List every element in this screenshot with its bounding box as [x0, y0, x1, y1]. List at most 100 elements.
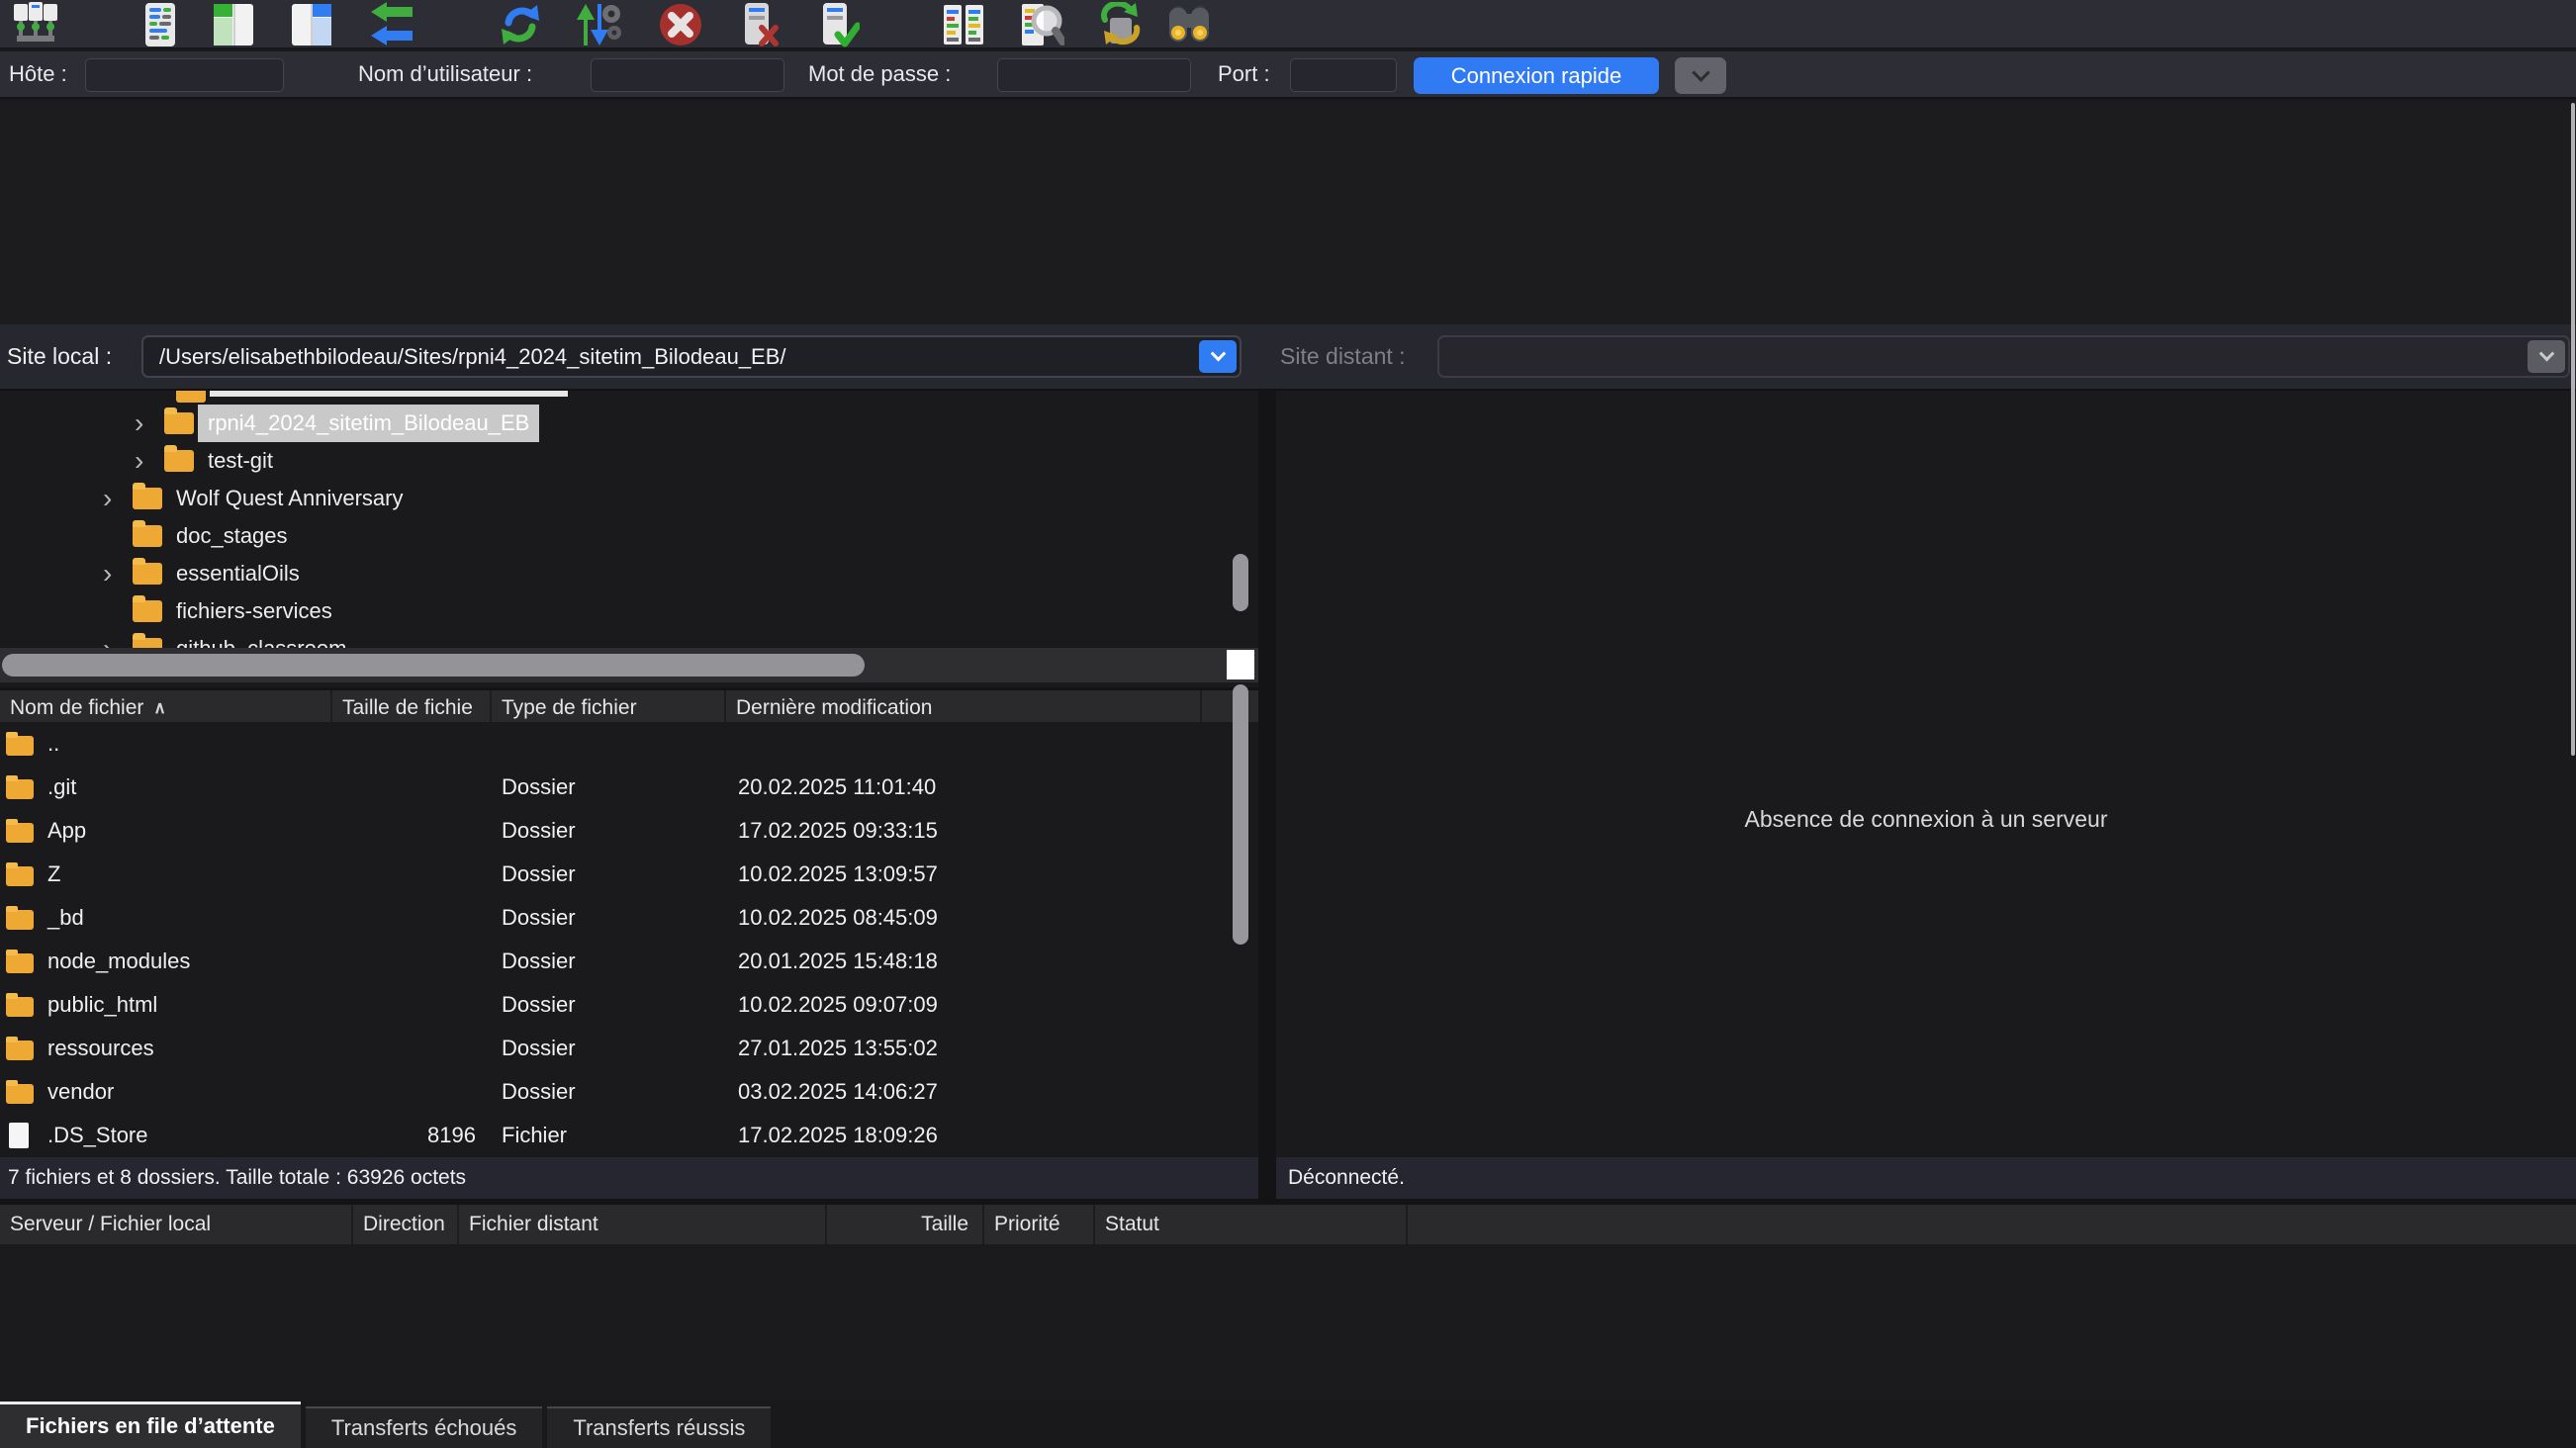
synchronized-browsing-button[interactable] — [1091, 1, 1149, 47]
file-row[interactable]: .DS_Store 8196 Fichier 17.02.2025 18:09:… — [0, 1114, 1258, 1157]
local-list-header: Nom de fichier ∧ Taille de fichie ∧ Type… — [0, 687, 1258, 722]
chevron-right-icon[interactable]: › — [103, 557, 133, 590]
column-header-label: Dernière modification — [736, 696, 932, 720]
password-input[interactable] — [997, 58, 1191, 92]
local-path-combobox[interactable]: /Users/elisabethbilodeau/Sites/rpni4_202… — [141, 335, 1242, 378]
quickconnect-button[interactable]: Connexion rapide — [1414, 57, 1659, 94]
remote-file-list[interactable]: Absence de connexion à un serveur — [1276, 391, 2576, 1157]
tree-item[interactable]: › essentialOils — [0, 555, 1258, 592]
directory-comparison-button[interactable] — [935, 1, 992, 47]
local-directory-tree[interactable]: › rpni4_2024_sitetim_Bilodeau_EB › test-… — [0, 391, 1258, 682]
file-type-icon — [6, 992, 40, 1018]
local-file-list[interactable]: .. .git Dossier 20.02.2025 11:01:40 App … — [0, 722, 1258, 1157]
tree-vertical-scrollbar-thumb[interactable] — [1233, 554, 1248, 611]
queue-tab-bar: Fichiers en file d’attente Transferts éc… — [0, 1401, 2576, 1448]
tree-partial-row — [0, 391, 1258, 405]
column-header[interactable]: Priorité ∧ — [984, 1205, 1095, 1244]
file-name: public_html — [47, 992, 157, 1018]
file-row[interactable]: Z Dossier 10.02.2025 13:09:57 — [0, 853, 1258, 896]
refresh-button[interactable] — [492, 1, 549, 47]
remote-status-bar: Déconnecté. — [1276, 1157, 2576, 1199]
host-input[interactable] — [85, 58, 284, 92]
tree-item[interactable]: › Wolf Quest Anniversary — [0, 480, 1258, 517]
queue-tab[interactable]: Transferts échoués — [306, 1406, 543, 1448]
port-label: Port : — [1218, 51, 1270, 97]
file-row[interactable]: _bd Dossier 10.02.2025 08:45:09 — [0, 896, 1258, 940]
column-header[interactable]: Statut ∧ — [1095, 1205, 1408, 1244]
column-header[interactable]: Type de fichier ∧ — [492, 690, 726, 722]
remote-tree-pane-icon — [289, 2, 334, 47]
column-header[interactable]: Taille de fichie ∧ — [332, 690, 492, 722]
column-header[interactable]: Fichier distant ∧ — [459, 1205, 827, 1244]
chevron-right-icon[interactable]: › — [135, 444, 164, 478]
sort-ascending-icon: ∧ — [153, 698, 165, 718]
file-type-icon — [6, 818, 40, 844]
message-log-pane[interactable] — [0, 101, 2576, 324]
file-modified: 20.02.2025 11:01:40 — [726, 774, 1202, 800]
chevron-down-icon — [1692, 63, 1709, 81]
username-input[interactable] — [591, 58, 784, 92]
local-list-vertical-scrollbar-thumb[interactable] — [1233, 684, 1248, 945]
file-search-button[interactable] — [1013, 1, 1070, 47]
column-header[interactable]: Serveur / Fichier local ∧ — [0, 1205, 353, 1244]
file-row[interactable]: public_html Dossier 10.02.2025 09:07:09 — [0, 983, 1258, 1027]
local-path-dropdown-button[interactable] — [1199, 340, 1237, 373]
column-header[interactable]: Direction ∧ — [353, 1205, 459, 1244]
column-header[interactable]: Nom de fichier ∧ — [0, 690, 332, 722]
folder-icon — [133, 488, 162, 509]
port-input[interactable] — [1290, 58, 1397, 92]
queue-tab[interactable]: Transferts réussis — [547, 1406, 771, 1448]
toggle-transfer-queue-button[interactable] — [361, 1, 418, 47]
file-row[interactable]: node_modules Dossier 20.01.2025 15:48:18 — [0, 940, 1258, 983]
column-header-label: Taille — [921, 1213, 968, 1236]
toggle-message-log-button[interactable] — [132, 1, 189, 47]
quickconnect-dropdown-button[interactable] — [1675, 57, 1726, 94]
tree-item[interactable]: › test-git — [0, 442, 1258, 480]
file-name: .. — [47, 731, 59, 757]
tree-items: › rpni4_2024_sitetim_Bilodeau_EB › test-… — [0, 405, 1258, 668]
file-row[interactable]: App Dossier 17.02.2025 09:33:15 — [0, 809, 1258, 853]
queue-list[interactable] — [0, 1244, 2576, 1401]
column-header-label: Nom de fichier — [10, 696, 143, 720]
file-type-icon — [6, 905, 40, 931]
tree-item-label: rpni4_2024_sitetim_Bilodeau_EB — [198, 405, 539, 442]
tree-indent — [0, 611, 103, 612]
folder-icon — [176, 391, 206, 403]
toggle-remote-tree-button[interactable] — [283, 1, 340, 47]
tree-item[interactable]: › doc_stages — [0, 517, 1258, 555]
tree-item-label: test-git — [198, 442, 283, 480]
file-modified: 17.02.2025 18:09:26 — [726, 1123, 1202, 1148]
cancel-button[interactable] — [652, 1, 709, 47]
file-row[interactable]: .git Dossier 20.02.2025 11:01:40 — [0, 766, 1258, 809]
site-manager-icon — [13, 2, 58, 47]
tree-horizontal-scrollbar-thumb[interactable] — [2, 654, 865, 677]
tree-item[interactable]: › rpni4_2024_sitetim_Bilodeau_EB — [0, 405, 1258, 442]
tree-indent — [0, 498, 103, 499]
file-row[interactable]: vendor Dossier 03.02.2025 14:06:27 — [0, 1070, 1258, 1114]
file-type: Dossier — [492, 861, 726, 887]
pane-splitter[interactable] — [1258, 391, 1276, 1199]
column-header[interactable]: Dernière modification ∧ — [726, 690, 1202, 722]
tree-horizontal-scrollbar[interactable] — [0, 648, 1258, 682]
toggle-local-tree-button[interactable] — [205, 1, 262, 47]
file-row[interactable]: .. — [0, 722, 1258, 766]
column-header-label: Taille de fichie — [342, 696, 473, 720]
remote-path-combobox[interactable] — [1437, 335, 2570, 378]
site-manager-button[interactable] — [7, 1, 64, 47]
file-name-cell: vendor — [0, 1079, 332, 1105]
find-files-button[interactable] — [1160, 1, 1218, 47]
queue-tab-label: Transferts échoués — [331, 1415, 517, 1441]
tree-item[interactable]: › fichiers-services — [0, 592, 1258, 630]
right-edge-scrollbar[interactable] — [2571, 103, 2575, 756]
chevron-right-icon[interactable]: › — [103, 482, 133, 515]
file-row[interactable]: ressources Dossier 27.01.2025 13:55:02 — [0, 1027, 1258, 1070]
process-queue-button[interactable] — [570, 1, 627, 47]
quickconnect-bar: Hôte : Nom d’utilisateur : Mot de passe … — [0, 51, 2576, 99]
queue-tab[interactable]: Fichiers en file d’attente — [0, 1402, 301, 1448]
column-header-label: Direction — [363, 1213, 445, 1236]
remote-path-dropdown-button[interactable] — [2528, 340, 2565, 373]
chevron-right-icon[interactable]: › — [135, 407, 164, 440]
reconnect-button[interactable] — [808, 1, 866, 47]
column-header[interactable]: Taille ∧ — [827, 1205, 984, 1244]
disconnect-button[interactable] — [730, 1, 787, 47]
